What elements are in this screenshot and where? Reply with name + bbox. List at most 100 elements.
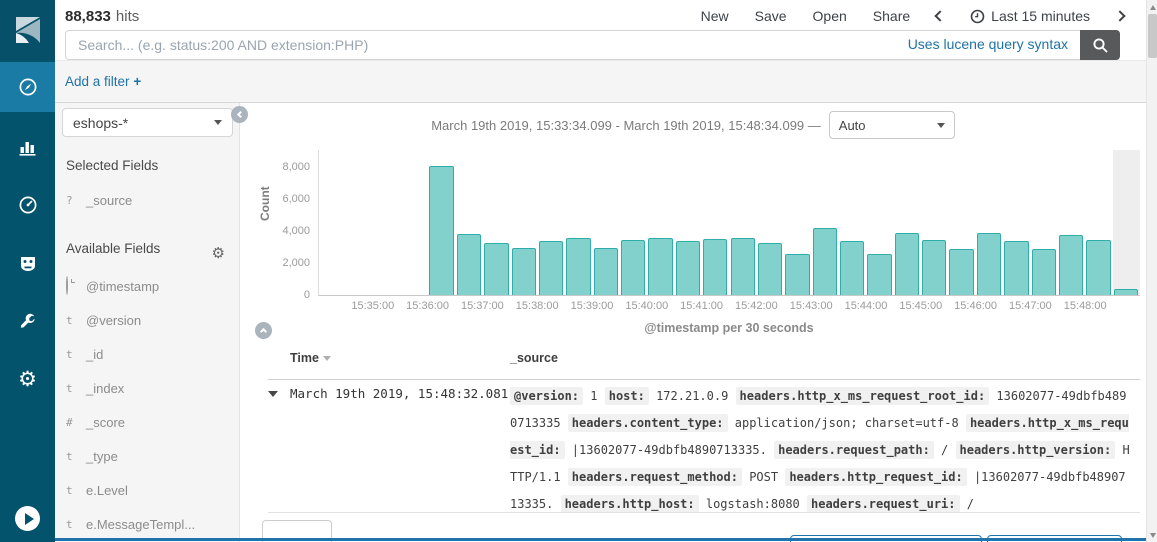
available-fields-list: @timestamp t@versiont_idt_index#_scoret_t…: [55, 269, 239, 541]
interval-select[interactable]: Auto: [829, 111, 955, 139]
nav-dev-tools[interactable]: [0, 296, 55, 346]
histogram-bar[interactable]: [484, 243, 508, 295]
vertical-scrollbar[interactable]: [1146, 0, 1157, 542]
add-filter-link[interactable]: Add a filter +: [65, 74, 141, 89]
string-type-icon: t: [66, 484, 80, 497]
field-item-@version[interactable]: t@version: [55, 303, 239, 337]
histogram-bar[interactable]: [1004, 241, 1028, 295]
plus-icon: +: [133, 74, 141, 89]
kibana-logo[interactable]: [0, 0, 55, 60]
histogram-bar[interactable]: [566, 238, 590, 295]
x-tick-label: 15:38:00: [516, 300, 559, 312]
histogram-bar[interactable]: [1059, 235, 1083, 295]
clock-icon: [970, 9, 985, 24]
x-tick-label: 15:47:00: [1009, 300, 1052, 312]
timelion-icon: [18, 253, 38, 273]
histogram-bar[interactable]: [703, 239, 727, 295]
clock-icon: [66, 276, 68, 295]
index-pattern-select[interactable]: eshops-*: [62, 108, 233, 137]
histogram-bar[interactable]: [676, 241, 700, 295]
histogram-bar[interactable]: [429, 166, 453, 295]
doc-source-cell: @version: 1 host: 172.21.0.9 headers.htt…: [510, 383, 1132, 518]
field-item-e.MessageTempl...[interactable]: te.MessageTempl...: [55, 507, 239, 541]
histogram-bar[interactable]: [758, 243, 782, 295]
field-item-e.Level[interactable]: te.Level: [55, 473, 239, 507]
nav-dashboard[interactable]: [0, 180, 55, 230]
available-fields-title: Available Fields: [66, 241, 160, 256]
interval-value: Auto: [839, 118, 866, 133]
histogram-bar[interactable]: [922, 240, 946, 295]
time-forward-icon[interactable]: [1114, 10, 1125, 21]
histogram-bar[interactable]: [949, 249, 973, 295]
histogram-bar[interactable]: [539, 241, 563, 295]
histogram-plot[interactable]: 02,0004,0006,0008,000: [318, 150, 1140, 296]
histogram-bar[interactable]: [594, 248, 618, 295]
histogram-bar[interactable]: [1086, 240, 1110, 295]
collapse-histogram-button[interactable]: [255, 322, 272, 339]
action-share-button[interactable]: Share: [873, 8, 910, 24]
histogram-bar[interactable]: [867, 254, 891, 295]
expand-row-icon[interactable]: [268, 391, 278, 397]
discover-main: March 19th 2019, 15:33:34.099 - March 19…: [240, 103, 1146, 542]
field-name: e.MessageTempl...: [86, 517, 195, 532]
histogram-bar[interactable]: [1032, 249, 1056, 295]
action-open-button[interactable]: Open: [813, 8, 847, 24]
field-item-_score[interactable]: #_score: [55, 405, 239, 439]
histogram-bar[interactable]: [813, 228, 837, 295]
action-new-button[interactable]: New: [701, 8, 729, 24]
histogram-bar[interactable]: [785, 254, 809, 295]
bottom-accent-line: [55, 538, 1146, 541]
chevron-up-icon: [260, 328, 267, 335]
app-navigation-rail: ⚙: [0, 0, 55, 542]
gauge-icon: [18, 195, 38, 215]
x-tick-label: 15:44:00: [845, 300, 888, 312]
selected-fields-list: ?_source: [55, 183, 239, 217]
histogram-bar[interactable]: [1114, 289, 1138, 295]
histogram-bar[interactable]: [457, 234, 481, 295]
nav-management[interactable]: ⚙: [0, 354, 55, 404]
field-name: @timestamp: [86, 279, 159, 294]
histogram-bar[interactable]: [621, 240, 645, 295]
source-field-key: @version:: [510, 387, 583, 405]
hits-row: 88,833 hits NewSaveOpenShare Last 15 min…: [65, 4, 1138, 28]
field-item-@timestamp[interactable]: @timestamp: [55, 269, 239, 303]
field-item-_type[interactable]: t_type: [55, 439, 239, 473]
x-tick-label: 15:40:00: [625, 300, 668, 312]
y-tick-label: 4,000: [282, 225, 310, 237]
time-back-icon[interactable]: [934, 10, 945, 21]
scrollbar-thumb[interactable]: [1148, 14, 1157, 58]
nav-timelion[interactable]: [0, 238, 55, 288]
scroll-down-icon[interactable]: [1147, 529, 1157, 541]
histogram-bar[interactable]: [977, 233, 1001, 295]
field-item-_index[interactable]: t_index: [55, 371, 239, 405]
search-button[interactable]: [1080, 30, 1120, 60]
string-type-icon: t: [66, 348, 80, 361]
histogram-bar[interactable]: [895, 233, 919, 295]
field-item-_id[interactable]: t_id: [55, 337, 239, 371]
x-tick-label: 15:39:00: [571, 300, 614, 312]
x-axis-caption: @timestamp per 30 seconds: [318, 321, 1140, 335]
search-row: Uses lucene query syntax: [65, 30, 1120, 60]
nav-discover[interactable]: [0, 62, 55, 112]
collapse-nav-button[interactable]: [15, 506, 40, 531]
column-header-time[interactable]: Time: [290, 351, 331, 365]
field-item-_source[interactable]: ?_source: [55, 183, 239, 217]
time-picker[interactable]: Last 15 minutes: [970, 8, 1090, 24]
time-range-label: Last 15 minutes: [991, 8, 1090, 24]
column-header-source: _source: [510, 351, 558, 365]
histogram-bar[interactable]: [840, 241, 864, 295]
search-icon: [1092, 37, 1109, 54]
histogram-bar[interactable]: [512, 248, 536, 295]
histogram-bar[interactable]: [731, 238, 755, 295]
scroll-up-icon[interactable]: [1147, 1, 1157, 13]
nav-visualize[interactable]: [0, 122, 55, 172]
x-tick-label: 15:48:00: [1064, 300, 1107, 312]
lucene-syntax-link[interactable]: Uses lucene query syntax: [908, 36, 1068, 52]
compass-icon: [18, 77, 38, 97]
x-tick-label: 15:42:00: [735, 300, 778, 312]
field-settings-gear-icon[interactable]: ⚙: [212, 244, 225, 262]
field-name: _score: [86, 415, 125, 430]
action-save-button[interactable]: Save: [755, 8, 787, 24]
collapse-sidebar-button[interactable]: [231, 106, 248, 123]
histogram-bar[interactable]: [648, 238, 672, 295]
